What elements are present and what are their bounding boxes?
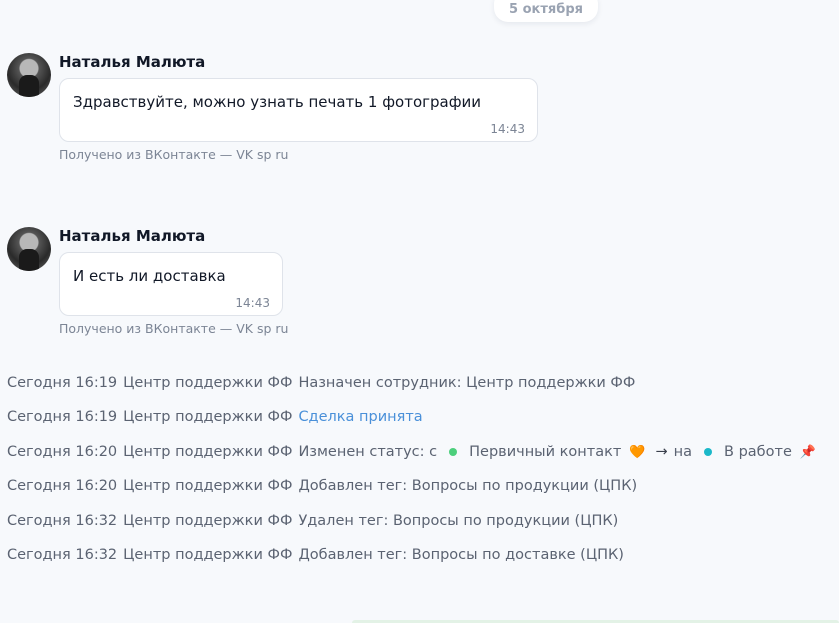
status-to: В работе xyxy=(724,444,792,460)
heart-icon: 🧡 xyxy=(629,444,646,460)
message-bubble: Здравствуйте, можно узнать печать 1 фото… xyxy=(59,78,538,142)
status-from: Первичный контакт xyxy=(469,444,622,460)
event-time: Сегодня 16:32 xyxy=(7,547,118,563)
event-time: Сегодня 16:20 xyxy=(7,444,118,460)
status-dot-icon xyxy=(704,448,713,456)
event-action: Добавлен тег: Вопросы по доставке (ЦПК) xyxy=(298,547,624,563)
date-divider-label: 5 октября xyxy=(509,2,583,17)
event-time: Сегодня 16:32 xyxy=(7,513,118,529)
avatar[interactable] xyxy=(7,227,51,271)
message-text: Здравствуйте, можно узнать печать 1 фото… xyxy=(73,93,482,111)
message-bubble: И есть ли доставка 14:43 xyxy=(59,252,283,316)
event-action: Удален тег: Вопросы по продукции (ЦПК) xyxy=(298,513,619,529)
pushpin-icon: 📌 xyxy=(799,444,817,460)
message-source: Получено из ВКонтакте — VK sp ru xyxy=(59,321,289,336)
event-action: Добавлен тег: Вопросы по продукции (ЦПК) xyxy=(298,478,638,494)
event-actor[interactable]: Центр поддержки ФФ xyxy=(123,513,292,529)
event-row: Сегодня 16:20 Центр поддержки ФФ Изменен… xyxy=(7,444,822,460)
event-time: Сегодня 16:19 xyxy=(7,375,118,391)
event-row: Сегодня 16:32 Центр поддержки ФФ Добавле… xyxy=(7,547,630,563)
event-row: Сегодня 16:32 Центр поддержки ФФ Удален … xyxy=(7,513,624,529)
event-time: Сегодня 16:19 xyxy=(7,409,118,425)
event-actor[interactable]: Центр поддержки ФФ xyxy=(123,444,292,460)
event-actor[interactable]: Центр поддержки ФФ xyxy=(123,478,292,494)
arrow-right-icon: → xyxy=(655,444,668,460)
status-to-word: на xyxy=(673,444,693,460)
sender-name: Наталья Малюта xyxy=(59,53,206,71)
event-action: Назначен сотрудник: Центр поддержки ФФ xyxy=(298,375,636,391)
message-time: 14:43 xyxy=(490,122,525,136)
event-action: Изменен статус: с xyxy=(298,444,438,460)
event-row: Сегодня 16:20 Центр поддержки ФФ Добавле… xyxy=(7,478,643,494)
date-divider: 5 октября xyxy=(494,0,598,22)
event-actor[interactable]: Центр поддержки ФФ xyxy=(123,547,292,563)
event-row: Сегодня 16:19 Центр поддержки ФФ Сделка … xyxy=(7,409,429,425)
message-source: Получено из ВКонтакте — VK sp ru xyxy=(59,147,289,162)
status-dot-icon xyxy=(449,448,458,456)
event-row: Сегодня 16:19 Центр поддержки ФФ Назначе… xyxy=(7,375,641,391)
message-text: И есть ли доставка xyxy=(73,267,226,285)
sender-name: Наталья Малюта xyxy=(59,227,206,245)
event-actor[interactable]: Центр поддержки ФФ xyxy=(123,409,292,425)
avatar[interactable] xyxy=(7,53,51,97)
event-time: Сегодня 16:20 xyxy=(7,478,118,494)
message-time: 14:43 xyxy=(235,296,270,310)
deal-accepted-link[interactable]: Сделка принята xyxy=(298,409,422,425)
event-actor[interactable]: Центр поддержки ФФ xyxy=(123,375,292,391)
